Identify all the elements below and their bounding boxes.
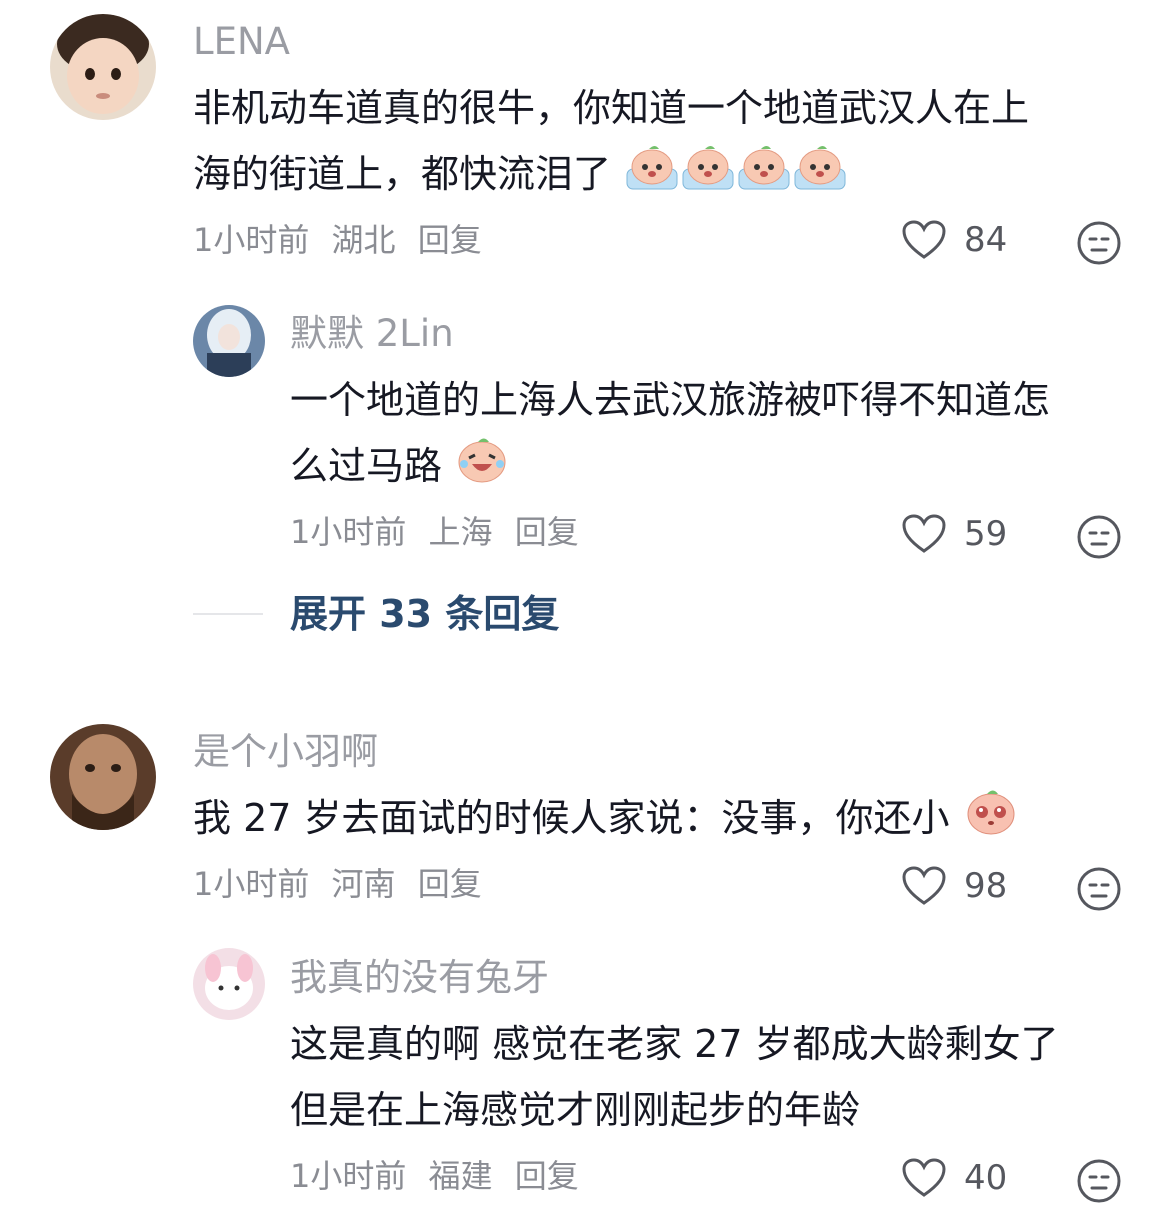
dislike-face-icon[interactable] bbox=[1076, 514, 1122, 564]
comment-meta: 1小时前 福建 回复 bbox=[290, 1156, 591, 1196]
crying-peach-emoji bbox=[681, 143, 735, 210]
like-count: 98 bbox=[964, 866, 1008, 906]
like-button[interactable]: 40 bbox=[902, 1158, 1007, 1198]
comment-location: 湖北 bbox=[331, 221, 396, 259]
reply-button[interactable]: 回复 bbox=[418, 221, 482, 259]
comment-text-line: 非机动车道真的很牛，你知道一个地道武汉人在上 bbox=[193, 86, 1030, 130]
comment-location: 河南 bbox=[331, 865, 396, 903]
comment-meta: 1小时前 湖北 回复 bbox=[193, 220, 494, 260]
comment-username[interactable]: 是个小羽啊 bbox=[193, 730, 378, 774]
comment-location: 福建 bbox=[428, 1157, 493, 1195]
comment-time: 1小时前 bbox=[290, 513, 407, 551]
comment-text: 一个地道的上海人去武汉旅游被吓得不知道怎 bbox=[290, 368, 1050, 432]
reply-button[interactable]: 回复 bbox=[418, 865, 482, 903]
reply-button[interactable]: 回复 bbox=[515, 1157, 579, 1195]
comment-text-line: 海的街道上，都快流泪了 bbox=[193, 152, 612, 196]
crying-peach-emoji bbox=[625, 143, 679, 210]
like-heart-icon bbox=[902, 514, 946, 554]
like-heart-icon bbox=[902, 1158, 946, 1198]
dislike-face-icon[interactable] bbox=[1076, 1158, 1122, 1208]
reply-button[interactable]: 回复 bbox=[515, 513, 579, 551]
comment-text: 么过马路 bbox=[290, 434, 508, 503]
avatar[interactable] bbox=[50, 724, 156, 830]
comment-location: 上海 bbox=[428, 513, 493, 551]
like-count: 40 bbox=[964, 1158, 1008, 1198]
avatar[interactable] bbox=[193, 305, 265, 377]
crying-peach-emoji bbox=[793, 143, 847, 210]
comment-meta: 1小时前 河南 回复 bbox=[193, 864, 494, 904]
like-button[interactable]: 84 bbox=[902, 220, 1007, 260]
dislike-face-icon[interactable] bbox=[1076, 220, 1122, 270]
crying-peach-emoji bbox=[737, 143, 791, 210]
comment-username[interactable]: LENA bbox=[193, 20, 290, 64]
comment-text: 这是真的啊 感觉在老家 27 岁都成大龄剩女了 bbox=[290, 1012, 1059, 1076]
comment-time: 1小时前 bbox=[193, 865, 310, 903]
comment-meta: 1小时前 上海 回复 bbox=[290, 512, 591, 552]
comment-username[interactable]: 我真的没有兔牙 bbox=[290, 956, 549, 1000]
comment-text: 海的街道上，都快流泪了 bbox=[193, 142, 847, 210]
comment-text: 我 27 岁去面试的时候人家说：没事，你还小 bbox=[193, 786, 1018, 855]
like-count: 59 bbox=[964, 514, 1008, 554]
dislike-face-icon[interactable] bbox=[1076, 866, 1122, 916]
expand-replies-button[interactable]: 展开 33 条回复 bbox=[290, 592, 559, 636]
avatar[interactable] bbox=[193, 948, 265, 1020]
shy-peach-emoji bbox=[964, 786, 1018, 855]
comment-text-line: 我 27 bbox=[193, 796, 292, 840]
comment-text-line: 一个地道的上海人去武汉旅游被吓得不知道怎 bbox=[290, 378, 1051, 422]
expand-divider bbox=[193, 613, 263, 615]
avatar[interactable] bbox=[50, 14, 156, 120]
comment-username[interactable]: 默默 2Lin bbox=[290, 312, 454, 356]
like-button[interactable]: 59 bbox=[902, 514, 1007, 554]
comment-time: 1小时前 bbox=[290, 1157, 407, 1195]
like-heart-icon bbox=[902, 866, 946, 906]
comment-text-line: 岁去面试的时候人家说：没事，你还小 bbox=[303, 796, 950, 840]
like-heart-icon bbox=[902, 220, 946, 260]
like-button[interactable]: 98 bbox=[902, 866, 1007, 906]
laughing-crying-peach-emoji bbox=[456, 434, 508, 503]
comment-text-line: 这是真的啊 感觉在老家 27 岁都成大龄剩女了 bbox=[290, 1022, 1059, 1066]
like-count: 84 bbox=[964, 220, 1008, 260]
comment-text: 非机动车道真的很牛，你知道一个地道武汉人在上 bbox=[193, 76, 1029, 140]
comment-text-line: 但是在上海感觉才刚刚起步的年龄 bbox=[290, 1088, 861, 1132]
comment-text-line: 么过马路 bbox=[290, 444, 443, 488]
comment-time: 1小时前 bbox=[193, 221, 310, 259]
comment-text: 但是在上海感觉才刚刚起步的年龄 bbox=[290, 1078, 860, 1142]
